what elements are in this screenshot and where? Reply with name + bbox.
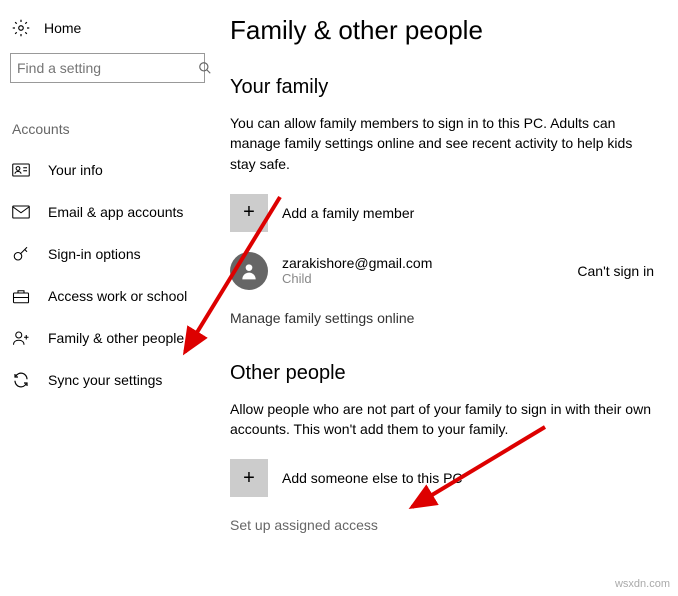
people-plus-icon — [12, 329, 30, 347]
add-other-label: Add someone else to this PC — [282, 470, 463, 486]
nav-email-accounts[interactable]: Email & app accounts — [10, 191, 205, 233]
nav-label: Access work or school — [48, 288, 187, 304]
gear-icon — [12, 19, 30, 37]
add-family-member-button[interactable]: + Add a family member — [230, 194, 658, 232]
nav-family-people[interactable]: Family & other people — [10, 317, 205, 359]
main-content: Family & other people Your family You ca… — [215, 0, 678, 596]
your-family-heading: Your family — [230, 76, 658, 99]
nav-label: Sign-in options — [48, 246, 141, 262]
nav-label: Sync your settings — [48, 372, 162, 388]
setup-assigned-access-link[interactable]: Set up assigned access — [230, 517, 658, 533]
manage-family-link[interactable]: Manage family settings online — [230, 310, 658, 326]
nav-label: Your info — [48, 162, 103, 178]
avatar — [230, 252, 268, 290]
search-icon — [198, 61, 212, 75]
add-family-label: Add a family member — [282, 205, 414, 221]
section-label-accounts: Accounts — [10, 121, 205, 137]
person-role: Child — [282, 271, 563, 286]
person-info: zarakishore@gmail.com Child — [282, 255, 563, 286]
person-status: Can't sign in — [577, 263, 654, 279]
home-label: Home — [44, 20, 81, 36]
mail-icon — [12, 203, 30, 221]
nav-sync-settings[interactable]: Sync your settings — [10, 359, 205, 401]
nav-label: Family & other people — [48, 330, 184, 346]
other-people-heading: Other people — [230, 362, 658, 385]
search-input[interactable] — [17, 60, 198, 76]
briefcase-icon — [12, 287, 30, 305]
person-card-icon — [12, 161, 30, 179]
key-icon — [12, 245, 30, 263]
page-title: Family & other people — [230, 15, 658, 46]
search-input-container[interactable] — [10, 53, 205, 83]
home-button[interactable]: Home — [10, 15, 205, 47]
other-people-description: Allow people who are not part of your fa… — [230, 399, 658, 440]
nav-label: Email & app accounts — [48, 204, 183, 220]
family-member-row[interactable]: zarakishore@gmail.com Child Can't sign i… — [230, 252, 658, 290]
person-email: zarakishore@gmail.com — [282, 255, 563, 271]
watermark: wsxdn.com — [615, 578, 670, 590]
nav-signin-options[interactable]: Sign-in options — [10, 233, 205, 275]
sync-icon — [12, 371, 30, 389]
plus-icon: + — [230, 459, 268, 497]
your-family-description: You can allow family members to sign in … — [230, 113, 658, 174]
add-other-person-button[interactable]: + Add someone else to this PC — [230, 459, 658, 497]
plus-icon: + — [230, 194, 268, 232]
settings-sidebar: Home Accounts Your info — [0, 0, 215, 596]
nav-work-school[interactable]: Access work or school — [10, 275, 205, 317]
nav-your-info[interactable]: Your info — [10, 149, 205, 191]
